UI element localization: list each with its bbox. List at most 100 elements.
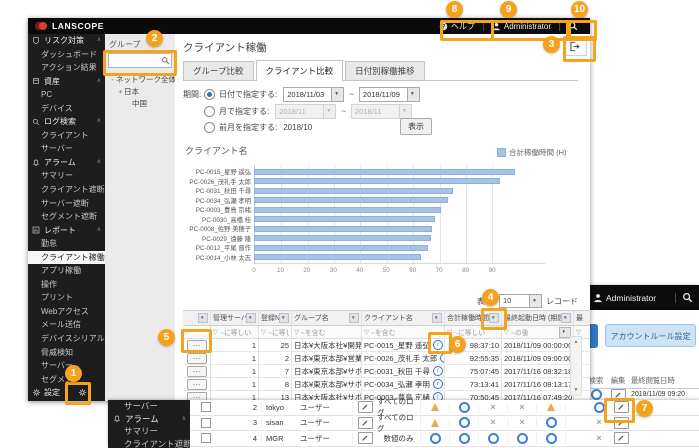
table-row[interactable]: 12日本¥東京本部¥営業部PC-0026_茂礼手 太郎92:55:352018/… <box>183 352 590 365</box>
logout-button[interactable] <box>564 37 587 56</box>
search-icon[interactable] <box>161 56 170 65</box>
sidebar-item-クライアント遮断[interactable]: クライアント遮断 <box>28 183 105 197</box>
tab-group-compare[interactable]: グループ比較 <box>183 61 254 80</box>
chart-bar[interactable] <box>254 235 431 241</box>
show-button[interactable]: 表示 <box>400 118 432 135</box>
sidebar-item-クライアント稼働[interactable]: クライアント稼働 <box>28 251 105 265</box>
subwindow-search-button[interactable] <box>676 292 699 303</box>
account-rule-settings-button[interactable]: アカウントルール設定 <box>605 324 696 347</box>
sidebar-item-アクション結果[interactable]: アクション結果 <box>28 61 105 75</box>
chart-bar[interactable] <box>254 245 428 251</box>
row-menu-button[interactable] <box>187 340 207 351</box>
row-menu-button[interactable] <box>187 366 207 377</box>
column-menu-icon[interactable] <box>561 313 571 323</box>
edit-button[interactable] <box>614 432 629 444</box>
column-menu-icon[interactable] <box>432 313 442 323</box>
column-menu-icon[interactable] <box>198 313 208 323</box>
sidebar-item-勤怠[interactable]: 勤怠 <box>28 237 105 251</box>
chart-bar[interactable] <box>254 207 441 213</box>
chart-bar[interactable] <box>254 254 421 260</box>
help-button[interactable]: ? ヘルプ <box>431 21 483 32</box>
chart-bar[interactable] <box>254 178 500 184</box>
sidebar-item-PC[interactable]: PC <box>28 88 105 102</box>
scroll-down-icon[interactable]: ▼ <box>571 387 581 393</box>
row-menu-button[interactable] <box>187 379 207 390</box>
records-count-select[interactable]: 10 <box>499 294 530 308</box>
table-scrollbar[interactable]: ▲ ▼ <box>570 336 582 396</box>
sidebar-item-資産[interactable]: 資産∧ <box>28 75 105 89</box>
filter-funnel-icon[interactable]: ▽ <box>447 328 452 336</box>
sidebar-item-ダッシュボード[interactable]: ダッシュボード <box>28 48 105 62</box>
tab-client-compare[interactable]: クライアント比較 <box>256 60 344 81</box>
info-icon[interactable] <box>433 340 443 350</box>
row-menu-button[interactable] <box>187 353 207 364</box>
table-row[interactable]: 18日本¥東京本部¥サポーPC-0034_弘瀬 孝明73:13:412017/1… <box>183 378 590 391</box>
sidebar-item-メール送信[interactable]: メール送信 <box>28 318 105 332</box>
filter-funnel-icon[interactable]: ▽ <box>504 328 509 336</box>
sidebar-item-アラーム[interactable]: アラーム∧ <box>108 413 190 426</box>
date-from-select[interactable]: 2018/11/03 <box>283 87 344 102</box>
sidebar-item-サーバー遮断[interactable]: サーバー遮断 <box>28 197 105 211</box>
date-to-select[interactable]: 2018/11/09 <box>359 87 420 102</box>
column-menu-icon[interactable] <box>279 313 289 323</box>
table-row[interactable]: 17日本¥東京本部¥サポーPC-0031_秋田 千尋75:07:452017/1… <box>183 365 590 378</box>
group-tree-node[interactable]: -ネットワーク全体 <box>105 74 175 86</box>
console-search-button[interactable] <box>560 21 586 31</box>
chart-bar[interactable] <box>254 188 453 194</box>
info-icon[interactable] <box>433 379 443 389</box>
edit-button[interactable] <box>358 432 373 444</box>
info-icon[interactable] <box>433 366 443 376</box>
sidebar-item-サマリー[interactable]: サマリー <box>108 425 190 438</box>
scroll-up-icon[interactable]: ▲ <box>571 339 581 345</box>
sidebar-item-アプリ稼働[interactable]: アプリ稼働 <box>28 264 105 278</box>
settings-gear-button[interactable] <box>78 388 87 397</box>
edit-button[interactable] <box>358 401 373 413</box>
sidebar-item-設定[interactable]: 設定 <box>28 386 105 400</box>
edit-button[interactable] <box>614 401 629 413</box>
row-checkbox[interactable] <box>201 418 211 428</box>
tab-daily-trend[interactable]: 日付別稼働推移 <box>345 61 425 80</box>
sidebar-item-クライアント遮断[interactable]: クライアント遮断 <box>108 438 190 448</box>
user-menu-button[interactable]: Administrator <box>484 22 559 31</box>
sidebar-item-リスク対策[interactable]: リスク対策∧ <box>28 34 105 48</box>
sidebar-item-ログ検索[interactable]: ログ検索∧ <box>28 115 105 129</box>
column-menu-icon[interactable] <box>349 313 359 323</box>
sidebar-item-サマリー[interactable]: サマリー <box>28 169 105 183</box>
edit-button[interactable] <box>614 417 629 429</box>
edit-button[interactable] <box>358 417 373 429</box>
chart-bar[interactable] <box>254 169 515 175</box>
sidebar-item-アラーム[interactable]: アラーム∧ <box>28 156 105 170</box>
filter-funnel-icon[interactable]: ▽ <box>294 328 299 336</box>
radio-specify-by-month[interactable] <box>204 106 215 117</box>
tree-toggle-icon[interactable]: + <box>117 86 124 98</box>
account-row[interactable]: 3sisanユーザーすべてのログ <box>190 416 699 432</box>
subwindow-user-menu[interactable]: Administrator <box>587 293 662 303</box>
filter-funnel-icon[interactable]: ▽ <box>364 328 369 336</box>
sidebar-item-デバイス[interactable]: デバイス <box>28 102 105 116</box>
sidebar-item-プリント[interactable]: プリント <box>28 291 105 305</box>
account-row[interactable]: 4MGRユーザー数値のみ <box>190 431 699 447</box>
sidebar-item-Webアクセス[interactable]: Webアクセス <box>28 305 105 319</box>
sidebar-item-サーバー[interactable]: サーバー <box>28 142 105 156</box>
sidebar-item-操作[interactable]: 操作 <box>28 278 105 292</box>
sidebar-item-デバイスシリアル[interactable]: デバイスシリアル <box>28 332 105 346</box>
group-tree-node[interactable]: +日本 <box>105 86 175 98</box>
records-dropdown-arrow[interactable] <box>530 294 542 308</box>
sidebar-item-脅威検知[interactable]: 脅威検知 <box>28 346 105 360</box>
row-checkbox[interactable] <box>201 433 211 443</box>
sidebar-item-サーバー[interactable]: サーバー <box>108 400 190 413</box>
column-menu-icon[interactable] <box>489 313 499 323</box>
filter-funnel-icon[interactable]: ▽ <box>576 328 581 336</box>
filter-funnel-icon[interactable]: ▽ <box>213 328 218 336</box>
sidebar-item-レポート[interactable]: レポート∧ <box>28 224 105 238</box>
radio-specify-prev-month[interactable] <box>204 122 215 133</box>
chart-bar[interactable] <box>254 226 432 232</box>
edit-button[interactable] <box>611 389 626 401</box>
tree-toggle-icon[interactable]: - <box>109 74 116 86</box>
table-row[interactable]: 125日本¥大阪本社¥開発部PC-0015_星野 遥弘98:37:102018/… <box>183 339 590 352</box>
sidebar-item-クライアント[interactable]: クライアント <box>28 129 105 143</box>
chart-bar[interactable] <box>254 197 448 203</box>
sidebar-item-セグメント遮断[interactable]: セグメント遮断 <box>28 210 105 224</box>
chart-bar[interactable] <box>254 216 435 222</box>
radio-specify-by-date[interactable] <box>204 89 215 100</box>
